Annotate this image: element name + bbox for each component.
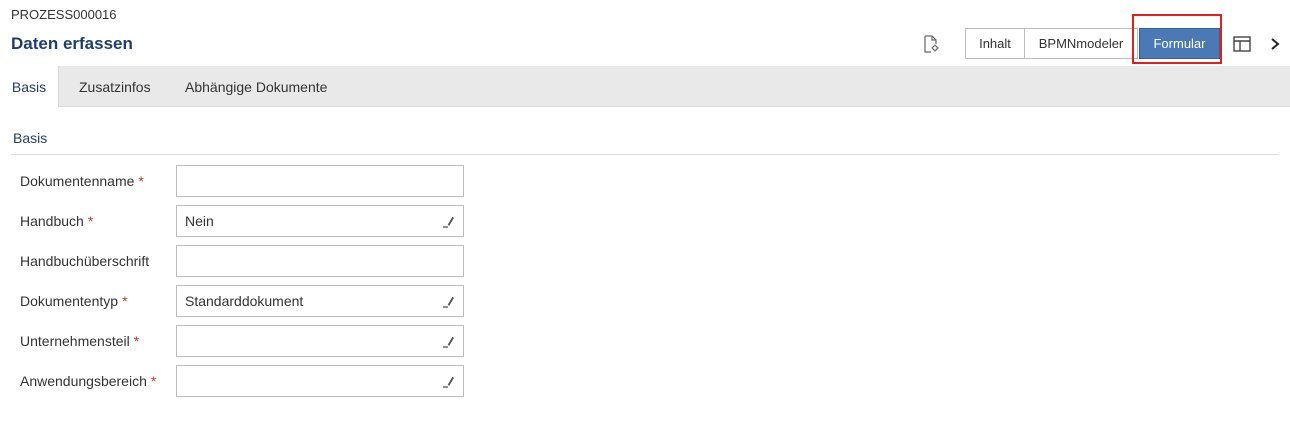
section-divider <box>11 154 1279 155</box>
tab-bar: Basis Zusatzinfos Abhängige Dokumente <box>0 66 1290 107</box>
field-label: Handbuchüberschrift <box>20 253 150 269</box>
field-label: Handbuch * <box>20 213 94 229</box>
required-marker: * <box>87 213 94 229</box>
dokumententyp-field[interactable]: Standarddokument <box>176 285 464 317</box>
chevron-right-icon[interactable] <box>1268 36 1282 52</box>
tab-zusatzinfos[interactable]: Zusatzinfos <box>79 66 151 107</box>
handbuchueberschrift-input[interactable] <box>176 245 464 277</box>
anwendungsbereich-field[interactable] <box>176 365 464 397</box>
view-button-inhalt[interactable]: Inhalt <box>965 28 1025 59</box>
tab-basis[interactable]: Basis <box>0 66 59 107</box>
section-title: Basis <box>13 130 48 146</box>
tab-abhaengige-dokumente[interactable]: Abhängige Dokumente <box>185 66 327 107</box>
field-value: Nein <box>185 213 214 229</box>
field-label: Dokumentenname * <box>20 173 144 189</box>
process-id: PROZESS000016 <box>11 7 117 22</box>
page-title: Daten erfassen <box>11 34 133 53</box>
required-marker: * <box>138 173 144 189</box>
edit-pencil-icon[interactable] <box>442 375 455 388</box>
view-button-formular[interactable]: Formular <box>1139 28 1220 59</box>
view-button-bpmnmodeler[interactable]: BPMNmodeler <box>1024 28 1138 59</box>
field-label: Unternehmensteil * <box>20 333 140 349</box>
field-value: Standarddokument <box>185 293 304 309</box>
dokumentenname-input[interactable] <box>176 165 464 197</box>
unternehmensteil-field[interactable] <box>176 325 464 357</box>
edit-pencil-icon[interactable] <box>442 215 455 228</box>
field-label: Dokumententyp * <box>20 293 128 309</box>
required-marker: * <box>122 293 128 309</box>
edit-pencil-icon[interactable] <box>442 295 455 308</box>
panel-layout-icon[interactable] <box>1233 36 1251 52</box>
handbuch-field[interactable]: Nein <box>176 205 464 237</box>
required-marker: * <box>133 333 140 349</box>
edit-pencil-icon[interactable] <box>442 335 455 348</box>
required-marker: * <box>150 373 157 389</box>
view-switcher: Inhalt BPMNmodeler Formular <box>965 28 1220 59</box>
document-settings-icon[interactable] <box>922 35 940 53</box>
field-label: Anwendungsbereich * <box>20 373 157 389</box>
